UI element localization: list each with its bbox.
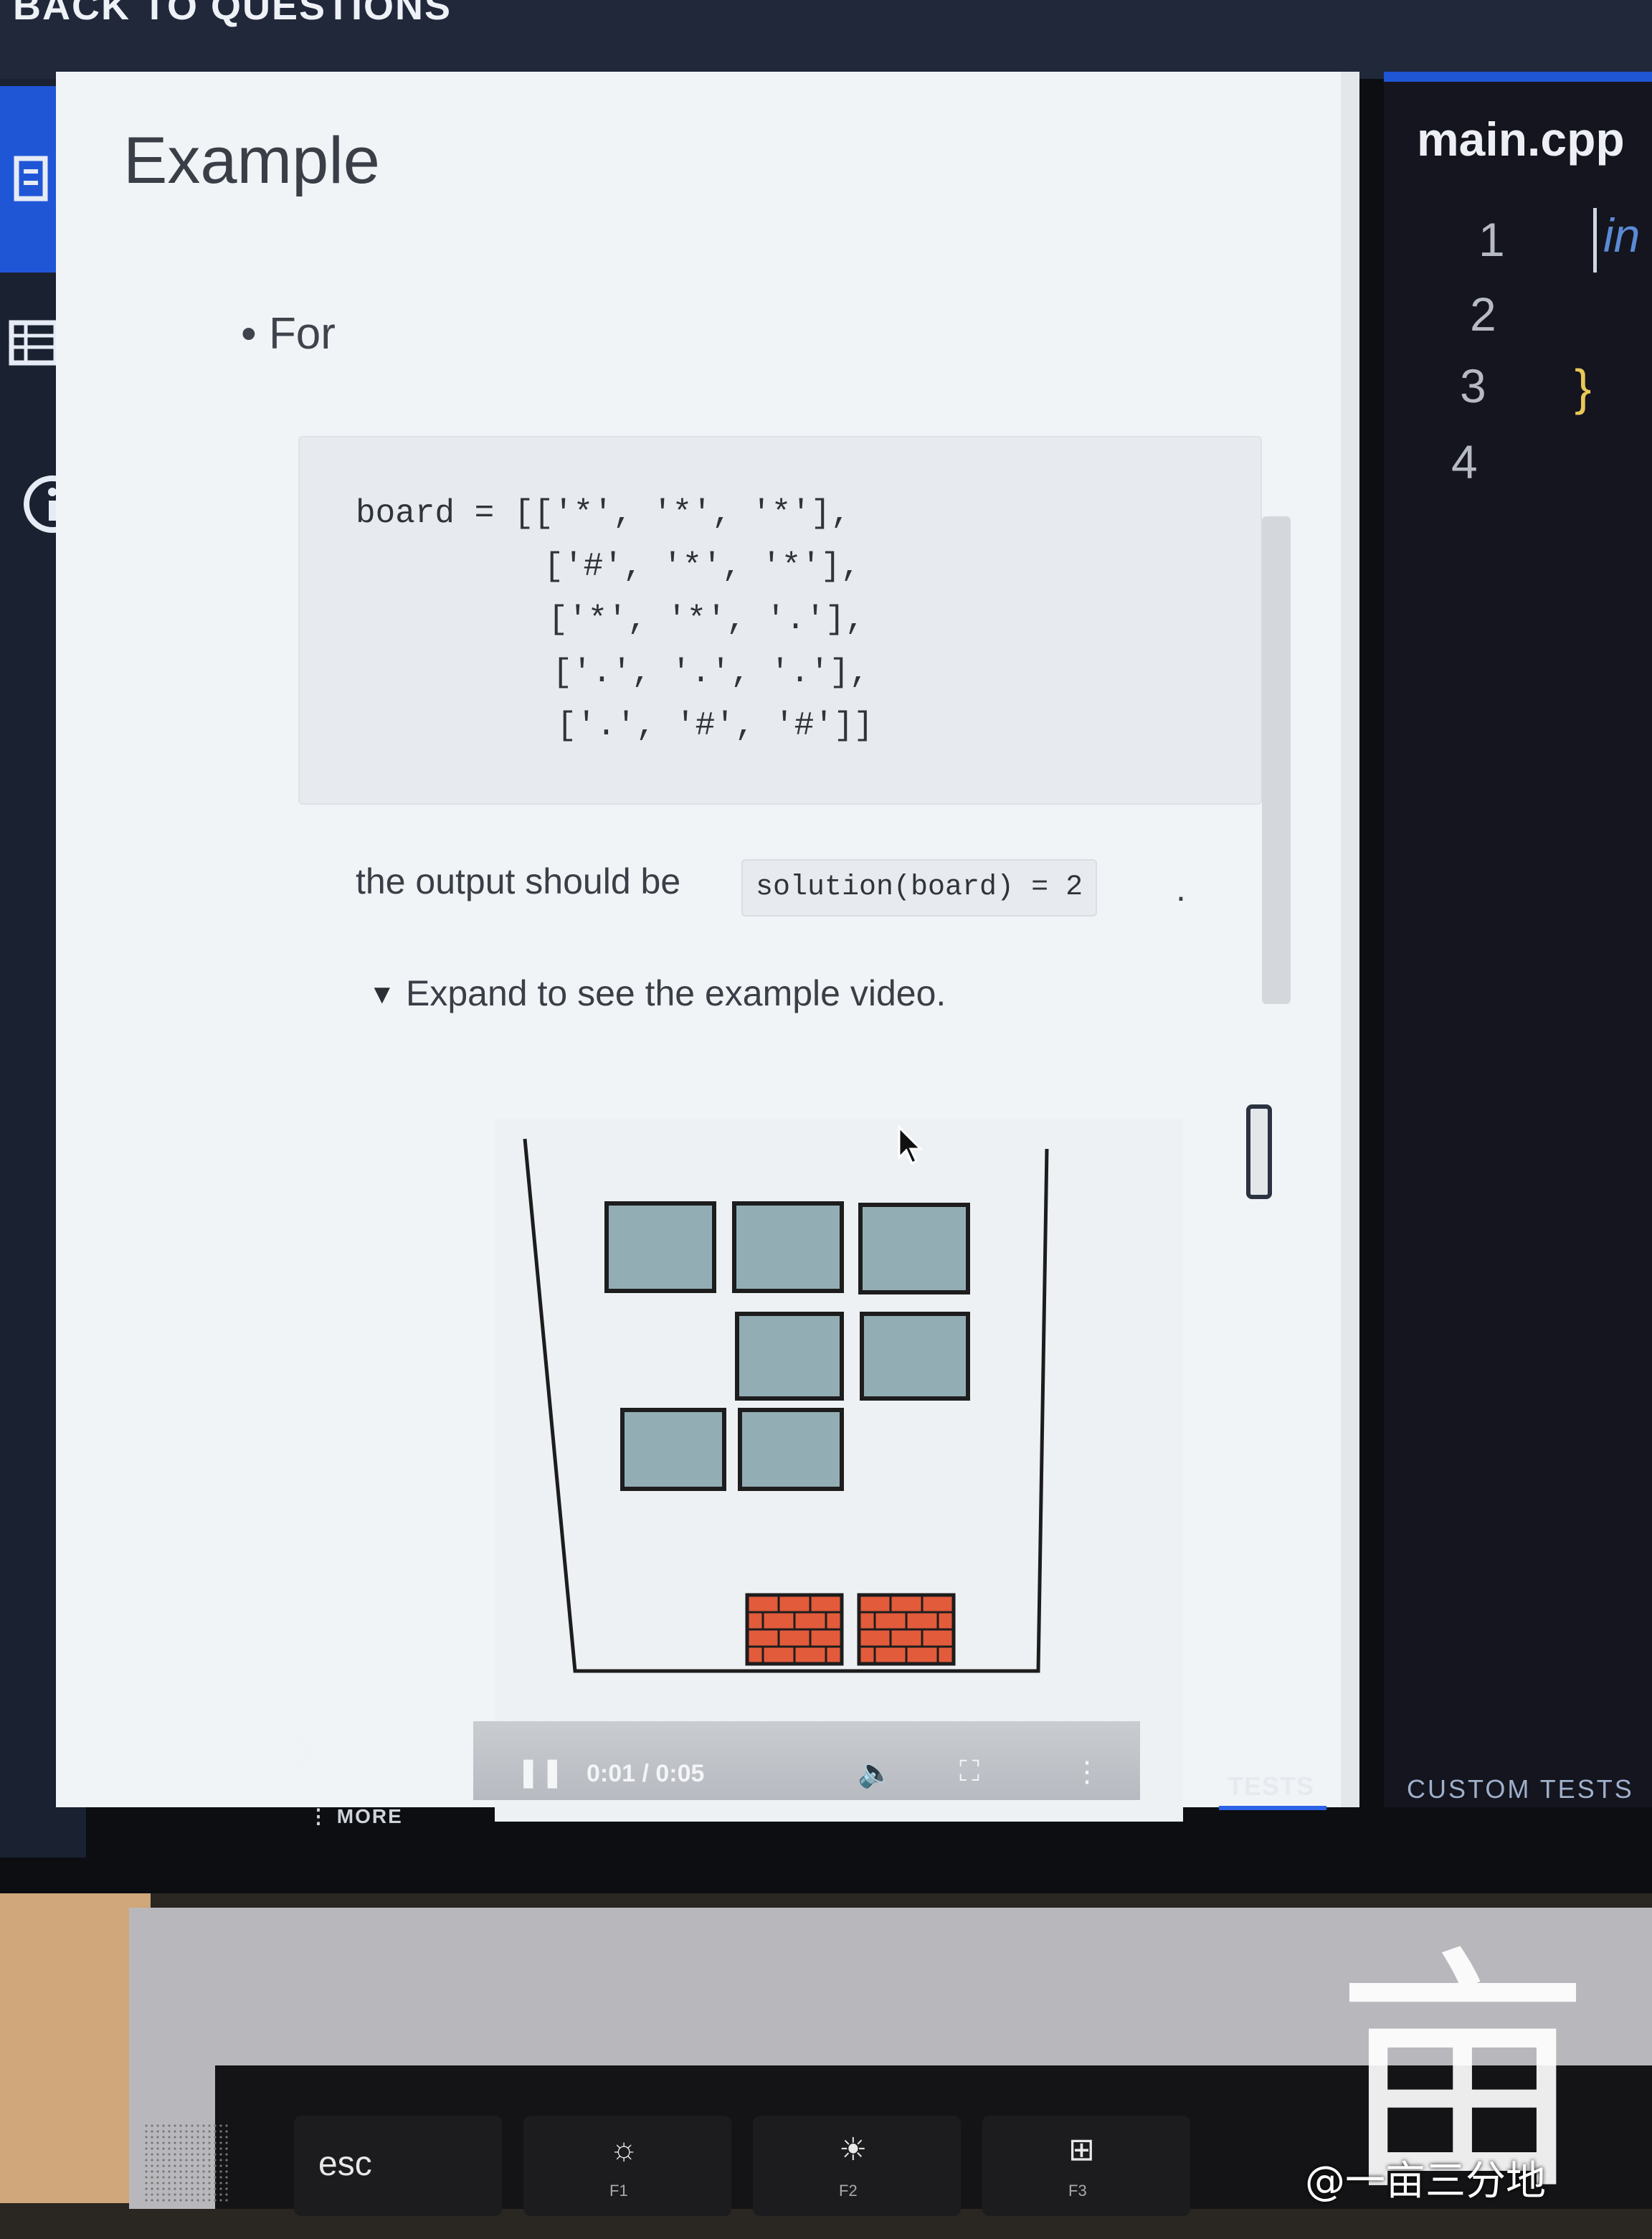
mission-control-icon: ⊞ — [1068, 2132, 1095, 2167]
description-scrollbar[interactable] — [1262, 516, 1291, 1004]
tab-custom-tests[interactable]: CUSTOM TESTS — [1407, 1774, 1634, 1804]
resize-handle[interactable] — [1246, 1104, 1272, 1199]
document-icon[interactable] — [7, 154, 57, 204]
example-video[interactable] — [495, 1119, 1183, 1822]
board-obstacle — [857, 1593, 956, 1666]
board-box — [735, 1312, 844, 1401]
video-frame — [523, 1138, 1049, 1673]
editor-tab-accent — [1384, 72, 1652, 82]
code-editor[interactable] — [1384, 72, 1652, 1807]
line-number: 3 — [1460, 359, 1486, 412]
line-number: 2 — [1470, 288, 1496, 341]
brightness-up-icon: ☀ — [839, 2132, 868, 2167]
inline-code-answer: solution(board) = 2 — [741, 859, 1098, 917]
pause-icon[interactable]: ❚❚ — [516, 1756, 564, 1789]
video-time: 0:01 / 0:05 — [587, 1760, 705, 1787]
code-line: ['.', '.', '.'], — [374, 654, 870, 691]
expand-video-toggle[interactable]: Expand to see the example video. — [406, 972, 946, 1014]
key-f2-label: F2 — [839, 2182, 858, 2200]
tab-tests[interactable]: TESTS — [1228, 1771, 1314, 1802]
code-line: ['#', '*', '*'], — [366, 548, 861, 585]
code-line: ['*', '*', '.'], — [370, 601, 865, 638]
brightness-down-icon: ☼ — [609, 2131, 639, 2167]
key-f2[interactable]: ☀ F2 — [753, 2116, 961, 2216]
more-vert-icon[interactable]: ⋮ — [1073, 1756, 1101, 1789]
board-box — [604, 1201, 716, 1293]
key-esc[interactable]: esc — [294, 2116, 502, 2216]
triangle-down-icon[interactable]: ▼ — [369, 980, 396, 1010]
code-line: board = [['*', '*', '*'], — [356, 495, 851, 532]
more-label: MORE — [336, 1805, 403, 1827]
key-f1[interactable]: ☼ F1 — [523, 2116, 731, 2216]
output-period: . — [1176, 868, 1186, 909]
key-f1-label: F1 — [609, 2182, 628, 2200]
key-f3-label: F3 — [1068, 2182, 1087, 2200]
top-bar: BACK TO QUESTIONS — [0, 0, 1652, 79]
board-obstacle — [745, 1593, 844, 1666]
closing-brace: } — [1575, 359, 1592, 415]
board-box — [732, 1201, 844, 1293]
board-box — [738, 1408, 844, 1491]
panel-divider — [1341, 72, 1359, 1807]
output-text: the output should be — [356, 861, 681, 901]
mouse-cursor-icon — [898, 1125, 924, 1165]
more-menu[interactable]: ⋮ MORE — [308, 1804, 403, 1828]
board-box — [858, 1203, 970, 1294]
text-caret — [1593, 208, 1597, 273]
watermark-text: @一亩三分地 — [1305, 2158, 1546, 2205]
code-token: in — [1603, 209, 1641, 262]
speaker-grill — [143, 2123, 229, 2203]
table-icon[interactable] — [7, 316, 59, 366]
back-to-questions-link[interactable]: BACK TO QUESTIONS — [13, 0, 452, 29]
board-box — [620, 1408, 726, 1491]
bullet-text: • For — [241, 309, 336, 359]
key-f3[interactable]: ⊞ F3 — [982, 2116, 1190, 2216]
code-line: ['.', '#', '#']] — [379, 707, 874, 744]
key-esc-label: esc — [318, 2145, 372, 2183]
bullet-label: For — [268, 309, 336, 359]
fullscreen-icon[interactable]: ⛶ — [959, 1756, 979, 1788]
board-box — [860, 1312, 970, 1401]
line-number: 1 — [1478, 213, 1505, 266]
line-number: 4 — [1451, 435, 1478, 488]
video-controls: ❚❚ 0:01 / 0:05 🔈 ⛶ ⋮ — [473, 1721, 1140, 1800]
gear-icon[interactable]: ⚙ — [281, 1730, 315, 1775]
volume-icon[interactable]: 🔈 — [858, 1756, 893, 1789]
file-tab-main[interactable]: main.cpp — [1417, 112, 1625, 166]
tab-tests-indicator — [1219, 1806, 1326, 1810]
section-title: Example — [123, 124, 380, 197]
